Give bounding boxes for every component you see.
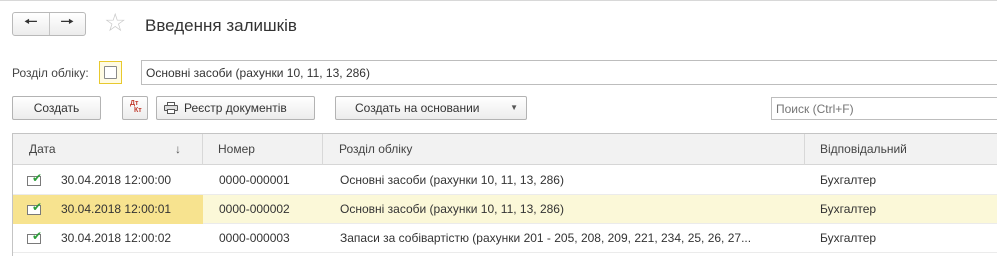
date-cell: ✔ 30.04.2018 12:00:00	[13, 166, 203, 195]
top-divider	[0, 0, 997, 1]
create-based-on-button[interactable]: Создать на основании ▼	[335, 96, 527, 120]
date-cell: ✔ 30.04.2018 12:00:02	[13, 224, 203, 253]
number-cell: 0000-000002	[219, 202, 290, 216]
section-filter-label: Розділ обліку:	[12, 66, 89, 80]
table-row[interactable]: ✔ 30.04.2018 12:00:02 0000-000003 Запаси…	[13, 224, 997, 253]
create-button[interactable]: Создать	[12, 96, 101, 120]
dropdown-caret-icon: ▼	[510, 103, 518, 112]
responsible-cell: Бухгалтер	[820, 231, 877, 245]
dt-kt-icon: Дт Кт	[127, 100, 143, 116]
section-filter-checkbox-wrapper	[99, 61, 122, 84]
search-input[interactable]	[771, 97, 997, 120]
number-cell: 0000-000003	[219, 231, 290, 245]
section-cell: Основні засоби (рахунки 10, 11, 13, 286)	[340, 202, 564, 216]
document-registry-label: Реєстр документів	[184, 101, 287, 115]
forward-button[interactable]: 🠖	[48, 13, 86, 35]
navigation-buttons: 🠔 🠖	[12, 12, 86, 36]
table-row[interactable]: ✔ 30.04.2018 12:00:00 0000-000001 Основн…	[13, 166, 997, 195]
table-header: Дата ↓ Номер Розділ обліку Відповідальни…	[13, 134, 997, 165]
section-filter-field[interactable]: Основні засоби (рахунки 10, 11, 13, 286)	[141, 60, 997, 85]
number-cell: 0000-000001	[219, 173, 290, 187]
column-header-date[interactable]: Дата ↓	[13, 134, 203, 165]
kt-label: Кт	[134, 107, 142, 114]
arrow-left-icon: 🠔	[23, 13, 38, 31]
responsible-cell: Бухгалтер	[820, 202, 877, 216]
date-value: 30.04.2018 12:00:00	[61, 173, 172, 187]
page-title: Введення залишків	[145, 16, 297, 35]
section-cell: Запаси за собівартістю (рахунки 201 - 20…	[340, 231, 752, 245]
table-row-selected[interactable]: ✔ 30.04.2018 12:00:01 0000-000002 Основн…	[13, 195, 997, 224]
posted-document-icon: ✔	[27, 230, 43, 245]
column-header-section[interactable]: Розділ обліку	[323, 134, 805, 165]
documents-table: Дата ↓ Номер Розділ обліку Відповідальни…	[12, 133, 997, 256]
posted-document-icon: ✔	[27, 172, 43, 187]
printer-icon	[164, 102, 178, 114]
create-based-on-label: Создать на основании	[355, 101, 480, 115]
posted-document-icon: ✔	[27, 201, 43, 216]
column-header-number[interactable]: Номер	[203, 134, 323, 165]
responsible-cell: Бухгалтер	[820, 173, 877, 187]
dt-kt-button[interactable]: Дт Кт	[122, 96, 148, 120]
section-filter-checkbox[interactable]	[104, 66, 117, 79]
column-header-responsible[interactable]: Відповідальний	[805, 134, 997, 165]
section-cell: Основні засоби (рахунки 10, 11, 13, 286)	[340, 173, 564, 187]
date-value: 30.04.2018 12:00:01	[61, 202, 172, 216]
column-header-date-label: Дата	[29, 142, 56, 156]
date-value: 30.04.2018 12:00:02	[61, 231, 172, 245]
document-registry-button[interactable]: Реєстр документів	[156, 96, 315, 120]
back-button[interactable]: 🠔	[13, 13, 49, 35]
star-icon[interactable]: ☆	[104, 11, 126, 36]
sort-descending-icon: ↓	[175, 142, 181, 156]
date-cell: ✔ 30.04.2018 12:00:01	[13, 195, 203, 224]
arrow-right-icon: 🠖	[60, 13, 75, 31]
